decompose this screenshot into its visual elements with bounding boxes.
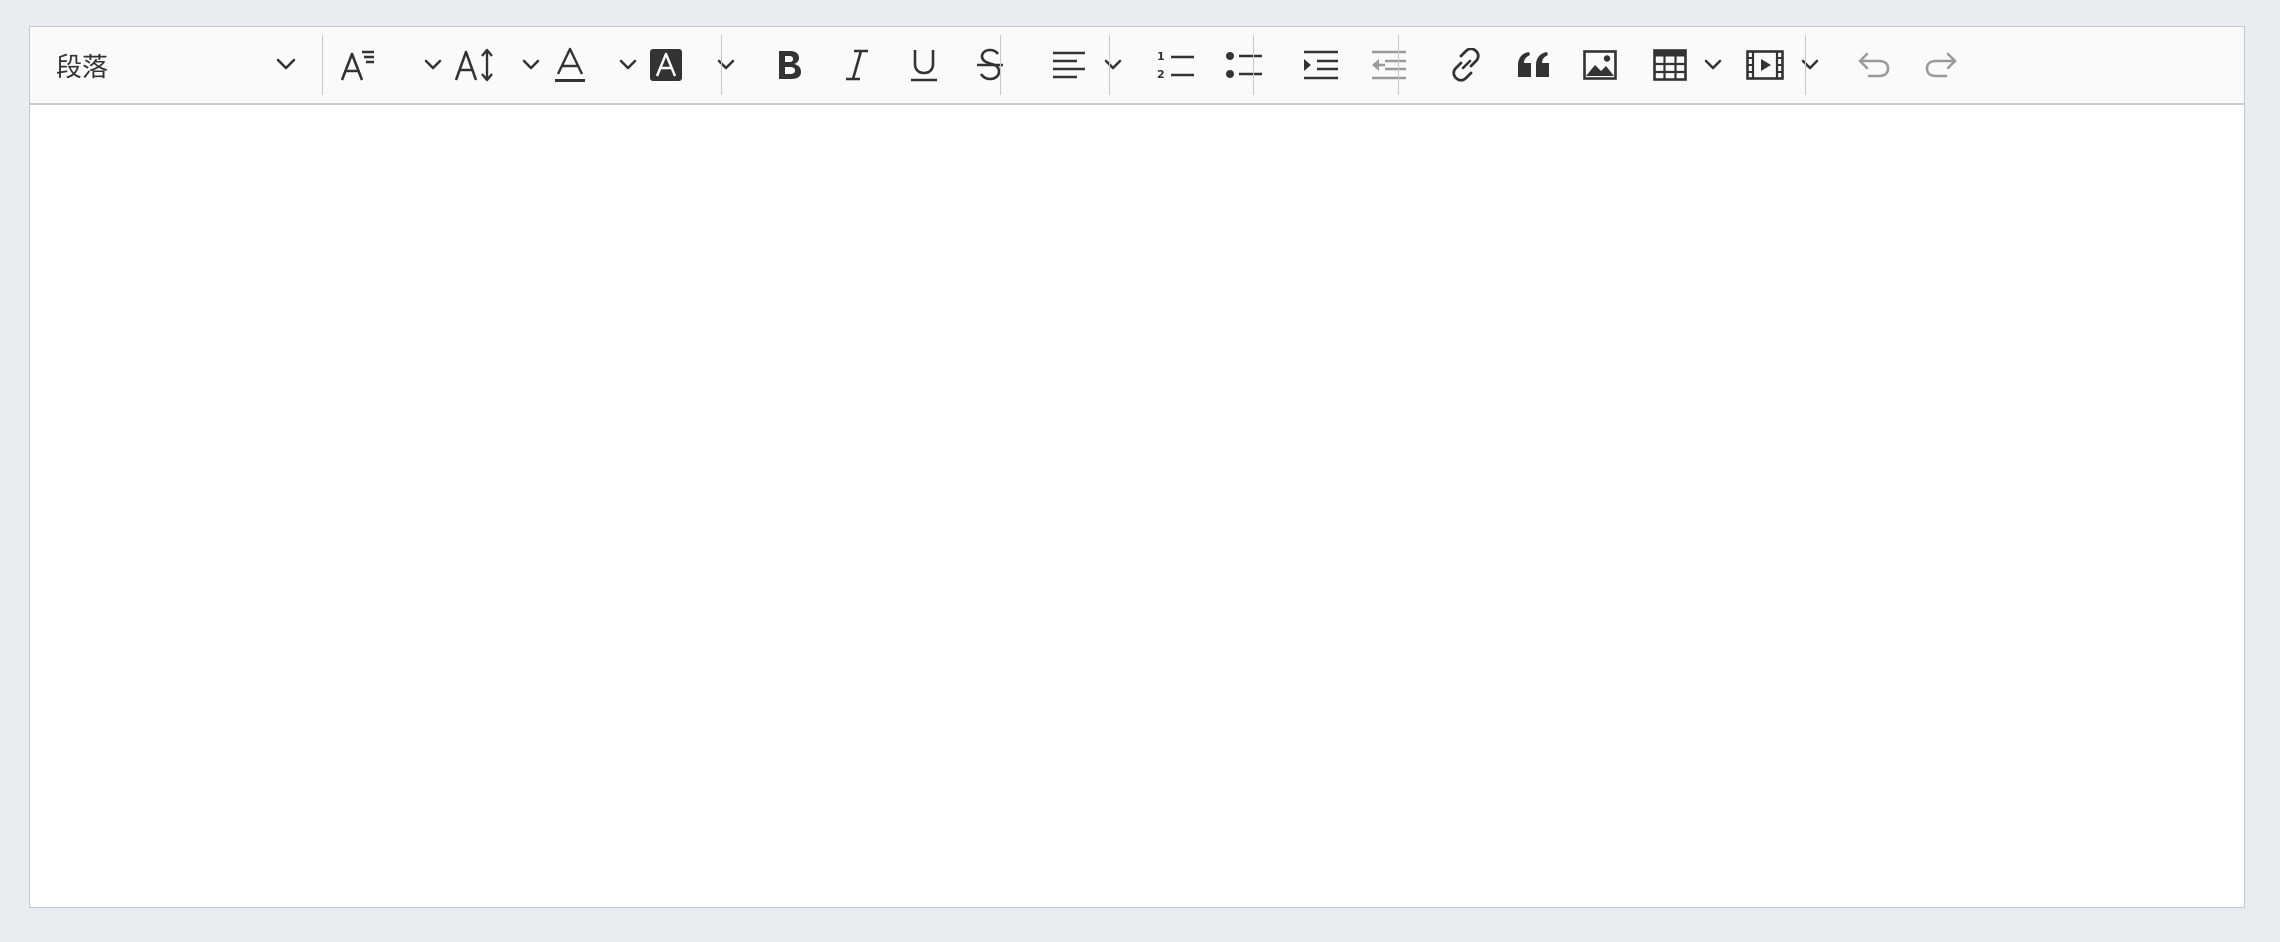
- link-icon: [1450, 48, 1482, 82]
- insert-table-dropdown[interactable]: [1699, 27, 1727, 103]
- chevron-down-icon: [276, 56, 296, 75]
- toolbar-separator: [1000, 35, 1001, 95]
- insert-table-icon: [1653, 49, 1687, 81]
- toolbar-separator: [721, 35, 722, 95]
- numbered-list-icon: 1 2: [1157, 48, 1195, 82]
- insert-media-dropdown[interactable]: [1796, 27, 1824, 103]
- insert-image-button[interactable]: [1572, 27, 1628, 103]
- underline-button[interactable]: [896, 27, 952, 103]
- bulleted-list-icon: [1225, 50, 1263, 80]
- font-background-color-button[interactable]: [635, 27, 697, 103]
- bold-icon: [774, 48, 804, 82]
- toolbar-separator: [1805, 35, 1806, 95]
- heading-dropdown[interactable]: 段落: [42, 35, 312, 95]
- undo-button[interactable]: [1846, 27, 1902, 103]
- toolbar-separator: [1398, 35, 1399, 95]
- bulleted-list-button[interactable]: [1215, 27, 1273, 103]
- insert-image-icon: [1583, 50, 1617, 80]
- toolbar-separator: [1109, 35, 1110, 95]
- toolbar-separator: [1253, 35, 1254, 95]
- bold-button[interactable]: [761, 27, 817, 103]
- decrease-indent-button[interactable]: [1360, 27, 1418, 103]
- font-background-color-icon: [649, 48, 683, 82]
- font-color-button[interactable]: [542, 27, 598, 103]
- link-button[interactable]: [1438, 27, 1494, 103]
- toolbar-separator: [322, 35, 323, 95]
- block-quote-icon: [1517, 51, 1551, 79]
- font-color-icon: [553, 45, 587, 85]
- font-size-dropdown[interactable]: [517, 27, 545, 103]
- rich-text-editor: 段落 1 2: [29, 26, 2245, 908]
- text-alignment-button[interactable]: [1040, 27, 1098, 103]
- heading-dropdown-value: 段落: [56, 52, 109, 83]
- text-alignment-dropdown[interactable]: [1099, 27, 1127, 103]
- italic-button[interactable]: [829, 27, 885, 103]
- svg-text:2: 2: [1157, 68, 1165, 81]
- redo-button[interactable]: [1913, 27, 1969, 103]
- svg-text:1: 1: [1157, 50, 1165, 63]
- insert-table-button[interactable]: [1640, 27, 1700, 103]
- strikethrough-button[interactable]: [962, 27, 1018, 103]
- insert-media-icon: [1746, 50, 1784, 80]
- redo-icon: [1924, 52, 1958, 78]
- underline-icon: [909, 47, 939, 83]
- font-size-icon: [453, 46, 495, 84]
- font-size-button[interactable]: [436, 27, 512, 103]
- block-quote-button[interactable]: [1506, 27, 1562, 103]
- numbered-list-button[interactable]: 1 2: [1147, 27, 1205, 103]
- font-family-icon: [339, 46, 377, 84]
- editor-content-area[interactable]: [30, 105, 2244, 907]
- font-background-color-dropdown[interactable]: [712, 27, 740, 103]
- font-family-button[interactable]: [330, 27, 386, 103]
- increase-indent-button[interactable]: [1292, 27, 1350, 103]
- text-alignment-icon: [1052, 50, 1086, 80]
- decrease-indent-icon: [1371, 49, 1407, 81]
- editor-toolbar: 段落 1 2: [30, 27, 2244, 105]
- italic-icon: [843, 48, 871, 82]
- insert-media-button[interactable]: [1734, 27, 1796, 103]
- increase-indent-icon: [1303, 49, 1339, 81]
- undo-icon: [1857, 52, 1891, 78]
